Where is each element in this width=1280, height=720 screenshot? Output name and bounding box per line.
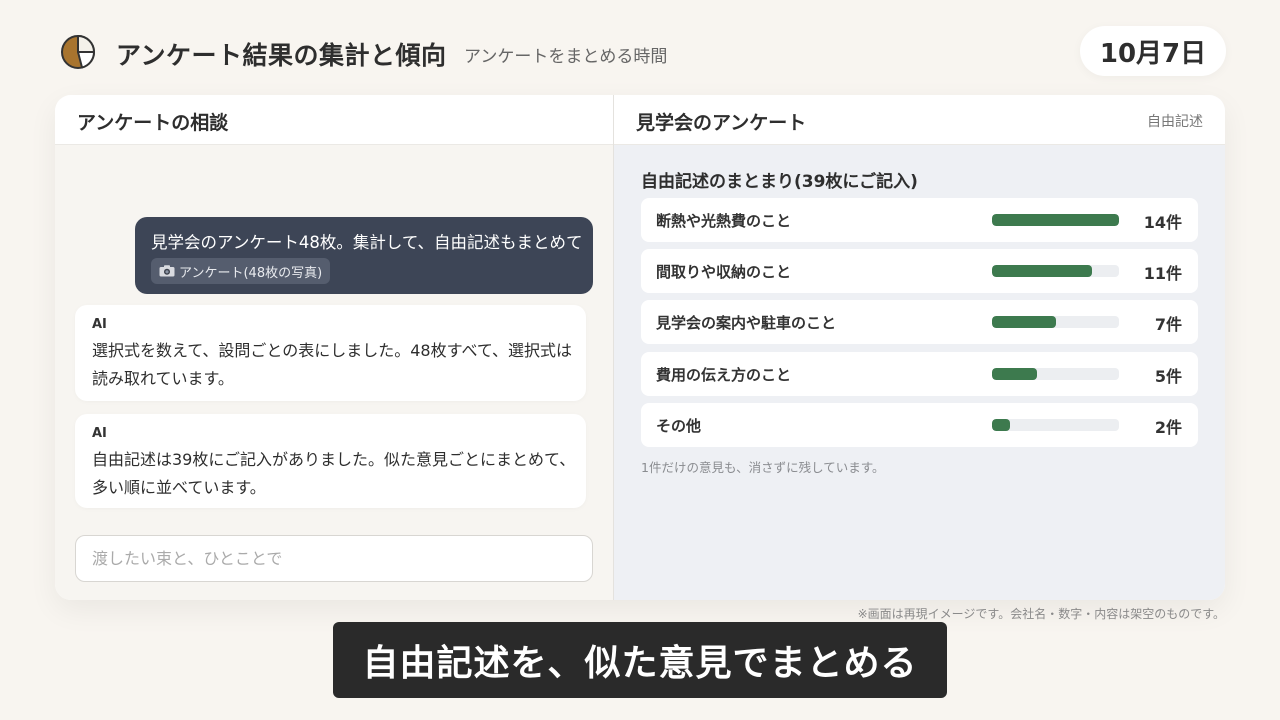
summary-item-bar-track bbox=[992, 419, 1119, 431]
summary-item-bar bbox=[992, 316, 1056, 328]
header: アンケート結果の集計と傾向 アンケートをまとめる時間 10月7日 bbox=[60, 26, 1226, 76]
summary-panel-header: 見学会のアンケート 自由記述 bbox=[614, 95, 1225, 145]
summary-item-bar-track bbox=[992, 214, 1119, 226]
disclaimer-footnote: ※画面は再現イメージです。会社名・数字・内容は架空のものです。 bbox=[857, 607, 1225, 621]
summary-panel-title: 見学会のアンケート bbox=[636, 112, 807, 134]
ai-message: AI 自由記述は39枚にご記入がありました。似た意見ごとにまとめて、多い順に並べ… bbox=[75, 414, 586, 508]
summary-item-bar bbox=[992, 265, 1092, 277]
summary-item-label: その他 bbox=[656, 417, 702, 435]
main-card: アンケートの相談 見学会のアンケート48枚。集計して、自由記述もまとめて アンケ… bbox=[55, 95, 1225, 600]
summary-item-label: 断熱や光熱費のこと bbox=[656, 212, 792, 230]
chat-panel-header: アンケートの相談 bbox=[55, 95, 613, 145]
summary-panel: 見学会のアンケート 自由記述 自由記述のまとまり(39枚にご記入) 断熱や光熱費… bbox=[614, 95, 1225, 600]
summary-item-label: 見学会の案内や駐車のこと bbox=[656, 314, 837, 332]
summary-note: 1件だけの意見も、消さずに残しています。 bbox=[641, 460, 885, 475]
summary-item-label: 費用の伝え方のこと bbox=[656, 366, 792, 384]
summary-item-count: 14件 bbox=[1143, 213, 1182, 232]
summary-item: 断熱や光熱費のこと 14件 bbox=[641, 198, 1198, 242]
ai-message-text: 自由記述は39枚にご記入がありました。似た意見ごとにまとめて、多い順に並べていま… bbox=[92, 450, 576, 497]
ai-message-text: 選択式を数えて、設問ごとの表にしました。48枚すべて、選択式は読み取れています。 bbox=[92, 341, 573, 388]
camera-icon bbox=[159, 265, 175, 277]
date-badge: 10月7日 bbox=[1080, 26, 1226, 76]
user-message-text: 見学会のアンケート48枚。集計して、自由記述もまとめて bbox=[151, 233, 583, 252]
pie-chart-icon bbox=[61, 35, 95, 69]
attachment-chip[interactable]: アンケート(48枚の写真) bbox=[151, 258, 331, 284]
user-message: 見学会のアンケート48枚。集計して、自由記述もまとめて アンケート(48枚の写真… bbox=[135, 217, 593, 294]
summary-heading: 自由記述のまとまり(39枚にご記入) bbox=[641, 172, 918, 192]
chat-panel-title: アンケートの相談 bbox=[77, 112, 229, 134]
summary-panel-tag[interactable]: 自由記述 bbox=[1147, 111, 1203, 131]
ai-sender-label: AI bbox=[92, 317, 107, 332]
summary-item: 見学会の案内や駐車のこと 7件 bbox=[641, 300, 1198, 344]
summary-item-count: 5件 bbox=[1154, 367, 1182, 386]
summary-item: その他 2件 bbox=[641, 403, 1198, 447]
chat-input[interactable] bbox=[75, 535, 593, 582]
ai-sender-label: AI bbox=[92, 426, 107, 441]
summary-item-bar-track bbox=[992, 316, 1119, 328]
summary-item-count: 7件 bbox=[1154, 315, 1182, 334]
page-subtitle: アンケートをまとめる時間 bbox=[464, 47, 668, 67]
chat-panel: アンケートの相談 見学会のアンケート48枚。集計して、自由記述もまとめて アンケ… bbox=[55, 95, 613, 600]
summary-item-bar bbox=[992, 214, 1119, 226]
summary-item: 間取りや収納のこと 11件 bbox=[641, 249, 1198, 293]
page-title: アンケート結果の集計と傾向 bbox=[116, 41, 447, 70]
summary-item-bar-track bbox=[992, 368, 1119, 380]
summary-item-count: 2件 bbox=[1154, 418, 1182, 437]
summary-item-bar bbox=[992, 419, 1011, 431]
ai-message: AI 選択式を数えて、設問ごとの表にしました。48枚すべて、選択式は読み取れてい… bbox=[75, 305, 586, 401]
summary-item-label: 間取りや収納のこと bbox=[656, 263, 792, 281]
attachment-label: アンケート(48枚の写真) bbox=[179, 265, 323, 281]
summary-item-count: 11件 bbox=[1143, 264, 1182, 283]
summary-item: 費用の伝え方のこと 5件 bbox=[641, 352, 1198, 396]
summary-item-bar-track bbox=[992, 265, 1119, 277]
subtitle-caption: 自由記述を、似た意見でまとめる bbox=[333, 622, 947, 698]
summary-item-bar bbox=[992, 368, 1038, 380]
